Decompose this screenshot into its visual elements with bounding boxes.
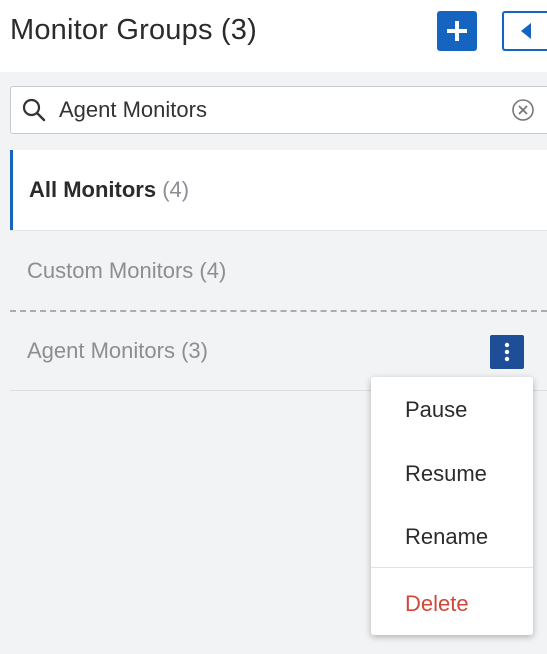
group-count: (4) — [199, 257, 227, 283]
menu-divider — [371, 567, 533, 568]
add-group-button[interactable] — [437, 11, 477, 51]
plus-icon — [447, 21, 467, 41]
group-name: Agent Monitors — [27, 338, 175, 363]
vertical-ellipsis-icon — [504, 342, 510, 362]
group-context-menu: Pause Resume Rename Delete — [371, 377, 533, 635]
magnifier-icon — [21, 97, 47, 128]
circle-x-icon — [512, 99, 534, 121]
monitor-group-list: All Monitors (4) Custom Monitors (4) Age… — [10, 150, 547, 391]
menu-item-rename[interactable]: Rename — [405, 524, 488, 550]
search-box — [10, 86, 547, 134]
panel-header: Monitor Groups (3) — [0, 0, 547, 72]
clear-search-button[interactable] — [511, 98, 535, 127]
group-name: All Monitors — [29, 177, 157, 202]
triangle-left-icon — [520, 23, 531, 39]
collapse-panel-button[interactable] — [502, 11, 547, 51]
group-item-all-monitors[interactable]: All Monitors (4) — [10, 150, 547, 230]
group-actions-button[interactable] — [490, 335, 524, 369]
group-count: (4) — [162, 177, 190, 202]
menu-item-resume[interactable]: Resume — [405, 461, 487, 487]
search-input[interactable] — [59, 93, 479, 127]
page-title: Monitor Groups (3) — [10, 14, 257, 46]
menu-item-delete[interactable]: Delete — [405, 591, 469, 617]
menu-item-pause[interactable]: Pause — [405, 397, 467, 423]
group-item-custom-monitors[interactable]: Custom Monitors (4) — [10, 230, 547, 310]
group-name: Custom Monitors — [27, 257, 194, 283]
group-count: (3) — [181, 338, 208, 363]
